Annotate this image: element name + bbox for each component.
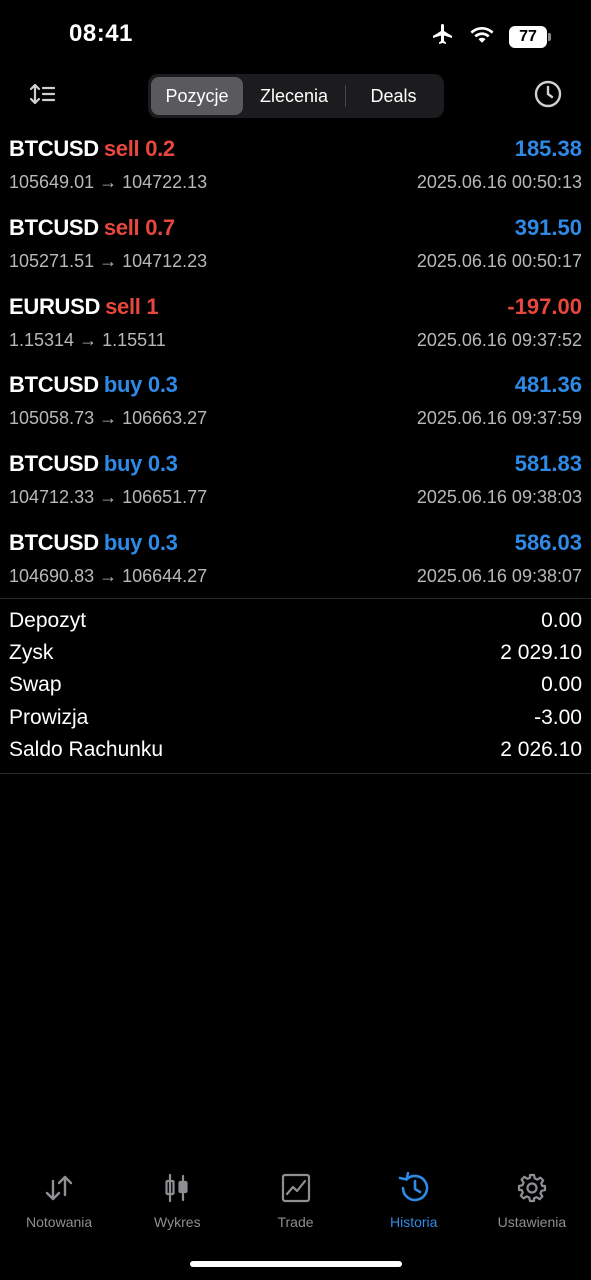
summary-value: 0.00 (541, 673, 582, 697)
summary-value: 0.00 (541, 609, 582, 632)
deal-side: buy 0.3 (103, 451, 178, 477)
wifi-icon (469, 24, 495, 49)
deal-profit: 185.38 (514, 136, 582, 161)
summary-value: 2 029.10 (500, 641, 582, 665)
sort-icon (29, 82, 57, 111)
settings-gear-icon (517, 1170, 547, 1206)
deal-symbol-line: BTCUSD buy 0.3 (9, 530, 178, 556)
deal-row[interactable]: EURUSD sell 1 1.15314 → 1.15511 -197.00 2… (0, 288, 591, 367)
deal-prices: 1.15314 → 1.15511 (9, 329, 166, 350)
divider (0, 773, 591, 774)
deal-side: buy 0.3 (103, 529, 178, 555)
period-button[interactable] (531, 80, 565, 112)
tab-label: Historia (389, 1214, 438, 1230)
deal-time: 2025.06.16 09:38:07 (416, 565, 582, 586)
deal-symbol-line: BTCUSD buy 0.3 (9, 451, 178, 477)
tab-label: Notowania (26, 1214, 93, 1230)
deal-side: sell 0.2 (103, 136, 175, 161)
deal-row[interactable]: BTCUSD buy 0.3 104712.33 → 106651.77 581.… (0, 445, 591, 524)
airplane-icon (431, 22, 455, 51)
summary-row-depozyt: Depozyt 0.00 (0, 606, 591, 638)
deal-row[interactable]: BTCUSD sell 0.2 105649.01 → 104722.13 185… (0, 130, 591, 209)
tab-deals[interactable]: Deals (346, 77, 441, 115)
tab-trade[interactable]: Trade (236, 1170, 354, 1240)
summary-label: Prowizja (9, 705, 89, 729)
deal-prices: 104712.33 → 106651.77 (9, 487, 208, 508)
summary-row-prowizja: Prowizja -3.00 (0, 703, 591, 735)
deal-profit: 586.03 (514, 529, 582, 555)
status-icons: 77 (431, 22, 551, 51)
summary-block: Depozyt 0.00 Zysk 2 029.10 Swap 0.00 Pro… (0, 606, 591, 767)
trade-chart-icon (281, 1170, 311, 1206)
deal-time: 2025.06.16 09:38:03 (416, 487, 582, 508)
tab-notowania[interactable]: Notowania (0, 1170, 118, 1240)
quotes-arrows-icon (43, 1170, 75, 1206)
candlestick-icon (163, 1170, 191, 1206)
tab-zlecenia[interactable]: Zlecenia (243, 77, 345, 115)
deal-prices: 105649.01 → 104722.13 (9, 172, 208, 192)
summary-value: 2 026.10 (500, 737, 582, 761)
tab-ustawienia[interactable]: Ustawienia (473, 1170, 591, 1240)
deal-prices: 104690.83 → 106644.27 (9, 565, 208, 586)
deal-symbol: BTCUSD (9, 214, 99, 240)
summary-label: Depozyt (9, 609, 87, 632)
deal-symbol: BTCUSD (9, 529, 99, 555)
tab-wykres[interactable]: Wykres (118, 1170, 236, 1240)
divider (0, 598, 591, 599)
summary-label: Saldo Rachunku (9, 737, 164, 761)
deal-symbol-line: BTCUSD sell 0.2 (9, 136, 175, 162)
tab-label: Ustawienia (497, 1214, 567, 1230)
deal-row[interactable]: BTCUSD buy 0.3 104690.83 → 106644.27 586.… (0, 524, 591, 603)
deal-prices: 105058.73 → 106663.27 (9, 408, 208, 429)
history-header: Pozycje Zlecenia Deals (0, 72, 591, 122)
deal-time: 2025.06.16 09:37:52 (416, 329, 582, 350)
status-bar: 08:41 77 (0, 0, 591, 70)
status-time: 08:41 (69, 20, 133, 47)
deal-time: 2025.06.16 00:50:13 (416, 172, 582, 192)
deal-row[interactable]: BTCUSD sell 0.7 105271.51 → 104712.23 391… (0, 209, 591, 288)
clock-icon (533, 79, 563, 114)
tab-pozycje[interactable]: Pozycje (151, 77, 243, 115)
deal-symbol-line: BTCUSD sell 0.7 (9, 215, 175, 241)
deal-row[interactable]: BTCUSD buy 0.3 105058.73 → 106663.27 481.… (0, 366, 591, 445)
deal-symbol: BTCUSD (9, 372, 99, 398)
summary-label: Swap (9, 673, 62, 697)
summary-label: Zysk (9, 641, 54, 665)
deal-side: sell 0.7 (103, 214, 175, 240)
deal-symbol-line: BTCUSD buy 0.3 (9, 372, 178, 398)
deal-profit: -197.00 (507, 293, 582, 319)
history-segment-control: Pozycje Zlecenia Deals (148, 74, 444, 118)
deal-symbol-line: EURUSD sell 1 (9, 293, 159, 320)
bottom-tab-bar: Notowania Wykres Trade Historia Ustawien… (0, 1170, 591, 1240)
tab-label: Trade (277, 1214, 314, 1230)
history-icon (397, 1170, 431, 1206)
summary-value: -3.00 (534, 705, 582, 729)
deal-side: buy 0.3 (103, 372, 178, 398)
tab-historia[interactable]: Historia (355, 1170, 473, 1240)
deal-profit: 481.36 (514, 372, 582, 398)
deal-symbol: BTCUSD (9, 451, 99, 477)
deals-list: BTCUSD sell 0.2 105649.01 → 104722.13 185… (0, 130, 591, 603)
home-indicator (190, 1261, 402, 1267)
deal-symbol: EURUSD (9, 293, 101, 319)
deal-prices: 105271.51 → 104712.23 (9, 250, 208, 271)
battery-icon: 77 (509, 25, 551, 48)
summary-row-saldo: Saldo Rachunku 2 026.10 (0, 735, 591, 767)
deal-profit: 391.50 (514, 214, 582, 240)
deal-side: sell 1 (105, 293, 159, 319)
summary-row-zysk: Zysk 2 029.10 (0, 638, 591, 670)
sort-button[interactable] (26, 80, 60, 112)
deal-profit: 581.83 (514, 451, 582, 477)
deal-time: 2025.06.16 00:50:17 (416, 250, 582, 271)
tab-label: Wykres (154, 1214, 201, 1230)
summary-row-swap: Swap 0.00 (0, 670, 591, 702)
deal-symbol: BTCUSD (9, 136, 99, 161)
deal-time: 2025.06.16 09:37:59 (416, 408, 582, 429)
